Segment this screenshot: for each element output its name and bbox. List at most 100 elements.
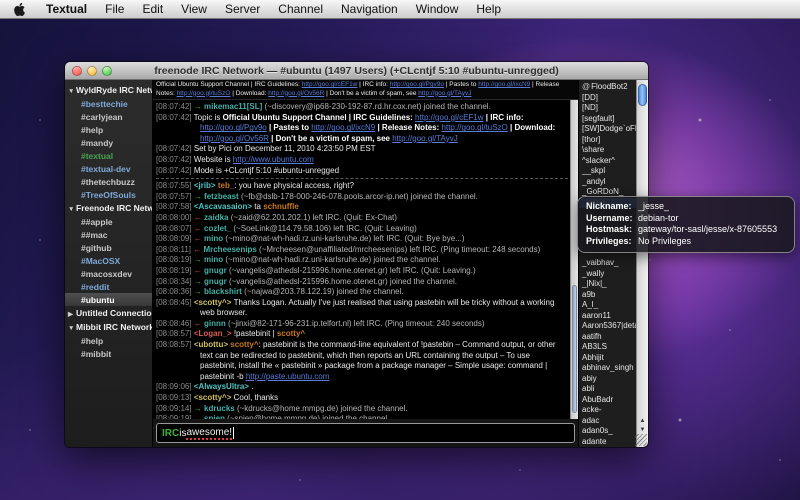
tooltip-row: Privileges:No Privileges bbox=[586, 236, 786, 248]
user-item[interactable]: AB3LS bbox=[579, 342, 636, 353]
channel-mac[interactable]: ##mac bbox=[65, 228, 152, 241]
channel-ubuntu[interactable]: #ubuntu bbox=[65, 293, 152, 306]
link[interactable]: http://goo.gl/Pgv9o bbox=[200, 123, 267, 132]
user-item[interactable]: adac bbox=[579, 416, 636, 427]
text-segment: schnuffle bbox=[263, 202, 299, 211]
user-name: _|Nix|_ bbox=[582, 279, 607, 288]
chat-scrollbar[interactable] bbox=[570, 100, 578, 419]
network-wyldryde-irc-network[interactable]: ▼WyldRyde IRC Network bbox=[65, 83, 152, 97]
disclosure-open-icon[interactable]: ▼ bbox=[68, 325, 76, 332]
link[interactable]: http://www.ubuntu.com bbox=[233, 155, 314, 164]
link[interactable]: http://goo.gl/tuSzO bbox=[442, 123, 508, 132]
user-item[interactable]: [DD] bbox=[579, 93, 636, 104]
network-freenode-irc-network[interactable]: ▼Freenode IRC Network bbox=[65, 201, 152, 215]
channel-TreeOfSouls[interactable]: #TreeOfSouls bbox=[65, 188, 152, 201]
user-item[interactable]: abli bbox=[579, 384, 636, 395]
channel-mandy[interactable]: #mandy bbox=[65, 136, 152, 149]
channel-textual[interactable]: #textual bbox=[65, 149, 152, 162]
user-item[interactable]: [ND] bbox=[579, 103, 636, 114]
channel-carlyjean[interactable]: #carlyjean bbox=[65, 110, 152, 123]
user-item[interactable]: abhinav_singh bbox=[579, 363, 636, 374]
channel-textual-dev[interactable]: #textual-dev bbox=[65, 162, 152, 175]
channel-besttechie[interactable]: #besttechie bbox=[65, 97, 152, 110]
user-item[interactable]: [SW]Dodge`oFF bbox=[579, 124, 636, 135]
channel-MacOSX[interactable]: #MacOSX bbox=[65, 254, 152, 267]
link[interactable]: http://paste.ubuntu.com bbox=[246, 372, 330, 381]
userlist-scroll-thumb[interactable] bbox=[638, 84, 647, 106]
user-item[interactable]: AbuBadr bbox=[579, 395, 636, 406]
menu-view[interactable]: View bbox=[172, 2, 216, 16]
text-segment: spiep bbox=[204, 414, 227, 419]
link[interactable]: http://goo.gl/ixcN9 bbox=[311, 123, 375, 132]
disclosure-open-icon[interactable]: ▼ bbox=[68, 88, 76, 95]
channel-macosxdev[interactable]: #macosxdev bbox=[65, 267, 152, 280]
link[interactable]: http://goo.gl/Ov56R bbox=[200, 134, 269, 143]
user-item[interactable]: adan0s_ bbox=[579, 426, 636, 437]
user-item[interactable]: _wally bbox=[579, 269, 636, 280]
user-item[interactable]: \share bbox=[579, 145, 636, 156]
op-badge: @ bbox=[582, 82, 590, 91]
menu-navigation[interactable]: Navigation bbox=[332, 2, 407, 16]
user-item[interactable]: __skpl bbox=[579, 166, 636, 177]
link[interactable]: http://goo.gl/ixcN9 bbox=[478, 81, 530, 88]
user-item[interactable]: adante bbox=[579, 437, 636, 448]
link[interactable]: http://goo.gl/TAyvJ bbox=[392, 134, 458, 143]
link[interactable]: http://goo.gl/Pgv9o bbox=[390, 81, 444, 88]
user-item[interactable]: acke- bbox=[579, 405, 636, 416]
user-item[interactable]: a9b bbox=[579, 290, 636, 301]
apple-menu[interactable] bbox=[0, 2, 37, 17]
user-item[interactable]: [thor] bbox=[579, 135, 636, 146]
scroll-up-icon[interactable]: ▲ bbox=[640, 418, 646, 424]
channel-thetechbuzz[interactable]: #thetechbuzz bbox=[65, 175, 152, 188]
user-item[interactable]: Abhijit bbox=[579, 353, 636, 364]
channel-reddit[interactable]: #reddit bbox=[65, 280, 152, 293]
user-item[interactable]: _andyl bbox=[579, 177, 636, 188]
disclosure-closed-icon[interactable]: ▶ bbox=[68, 310, 76, 318]
message-input[interactable]: IRC is awesome! bbox=[156, 423, 575, 443]
disclosure-open-icon[interactable]: ▼ bbox=[68, 206, 76, 213]
user-name: a9b bbox=[582, 290, 595, 299]
user-item[interactable]: aatifh bbox=[579, 332, 636, 343]
user-item[interactable]: aaron11 bbox=[579, 311, 636, 322]
title-bar[interactable]: freenode IRC Network — #ubuntu (1497 Use… bbox=[65, 62, 648, 80]
link[interactable]: http://goo.gl/tuSzO bbox=[177, 90, 231, 97]
channel-github[interactable]: #github bbox=[65, 241, 152, 254]
menu-window[interactable]: Window bbox=[407, 2, 468, 16]
user-item[interactable]: Aaron5367|detach bbox=[579, 321, 636, 332]
channel-mibbit[interactable]: #mibbit bbox=[65, 347, 152, 360]
channel-help[interactable]: #help bbox=[65, 123, 152, 136]
menu-server[interactable]: Server bbox=[216, 2, 269, 16]
network-untitled-connection[interactable]: ▶Untitled Connection bbox=[65, 306, 152, 320]
chat-scroll-thumb[interactable] bbox=[572, 285, 577, 413]
chat-message: [08:09:14] → kdrucks (~kdrucks@home.mmpg… bbox=[156, 404, 568, 415]
scroll-down-icon[interactable]: ▼ bbox=[640, 427, 646, 433]
tooltip-label: Username: bbox=[586, 213, 638, 225]
channel-help[interactable]: #help bbox=[65, 334, 152, 347]
network-label: Untitled Connection bbox=[76, 308, 153, 318]
menu-edit[interactable]: Edit bbox=[133, 2, 172, 16]
link[interactable]: http://goo.gl/cEF1w bbox=[415, 113, 483, 122]
network-mibbit-irc-network[interactable]: ▼Mibbit IRC Network bbox=[65, 320, 152, 334]
menu-file[interactable]: File bbox=[96, 2, 133, 16]
zoom-button[interactable] bbox=[102, 66, 112, 76]
user-item[interactable]: A_l_ bbox=[579, 300, 636, 311]
link[interactable]: http://goo.gl/Ov56R bbox=[268, 90, 324, 97]
user-item[interactable]: @FloodBot2 bbox=[579, 82, 636, 93]
user-name: _andyl bbox=[582, 177, 606, 186]
menu-channel[interactable]: Channel bbox=[269, 2, 332, 16]
menu-help[interactable]: Help bbox=[467, 2, 510, 16]
menu-textual[interactable]: Textual bbox=[37, 2, 96, 16]
channel-apple[interactable]: ##apple bbox=[65, 215, 152, 228]
user-item[interactable]: _|Nix|_ bbox=[579, 279, 636, 290]
user-item[interactable]: ^slacker^ bbox=[579, 156, 636, 167]
user-item[interactable]: [segfault] bbox=[579, 114, 636, 125]
close-button[interactable] bbox=[72, 66, 82, 76]
resize-grip-icon[interactable] bbox=[635, 434, 647, 446]
user-item[interactable]: _vaibhav_ bbox=[579, 258, 636, 269]
network-label: Mibbit IRC Network bbox=[76, 322, 153, 332]
userlist-scrollbar[interactable]: ▲ ▼ bbox=[636, 80, 648, 447]
user-item[interactable]: abiy bbox=[579, 374, 636, 385]
link[interactable]: http://goo.gl/cEF1w bbox=[302, 81, 358, 88]
link[interactable]: http://goo.gl/TAyvJ bbox=[418, 90, 471, 97]
minimize-button[interactable] bbox=[87, 66, 97, 76]
